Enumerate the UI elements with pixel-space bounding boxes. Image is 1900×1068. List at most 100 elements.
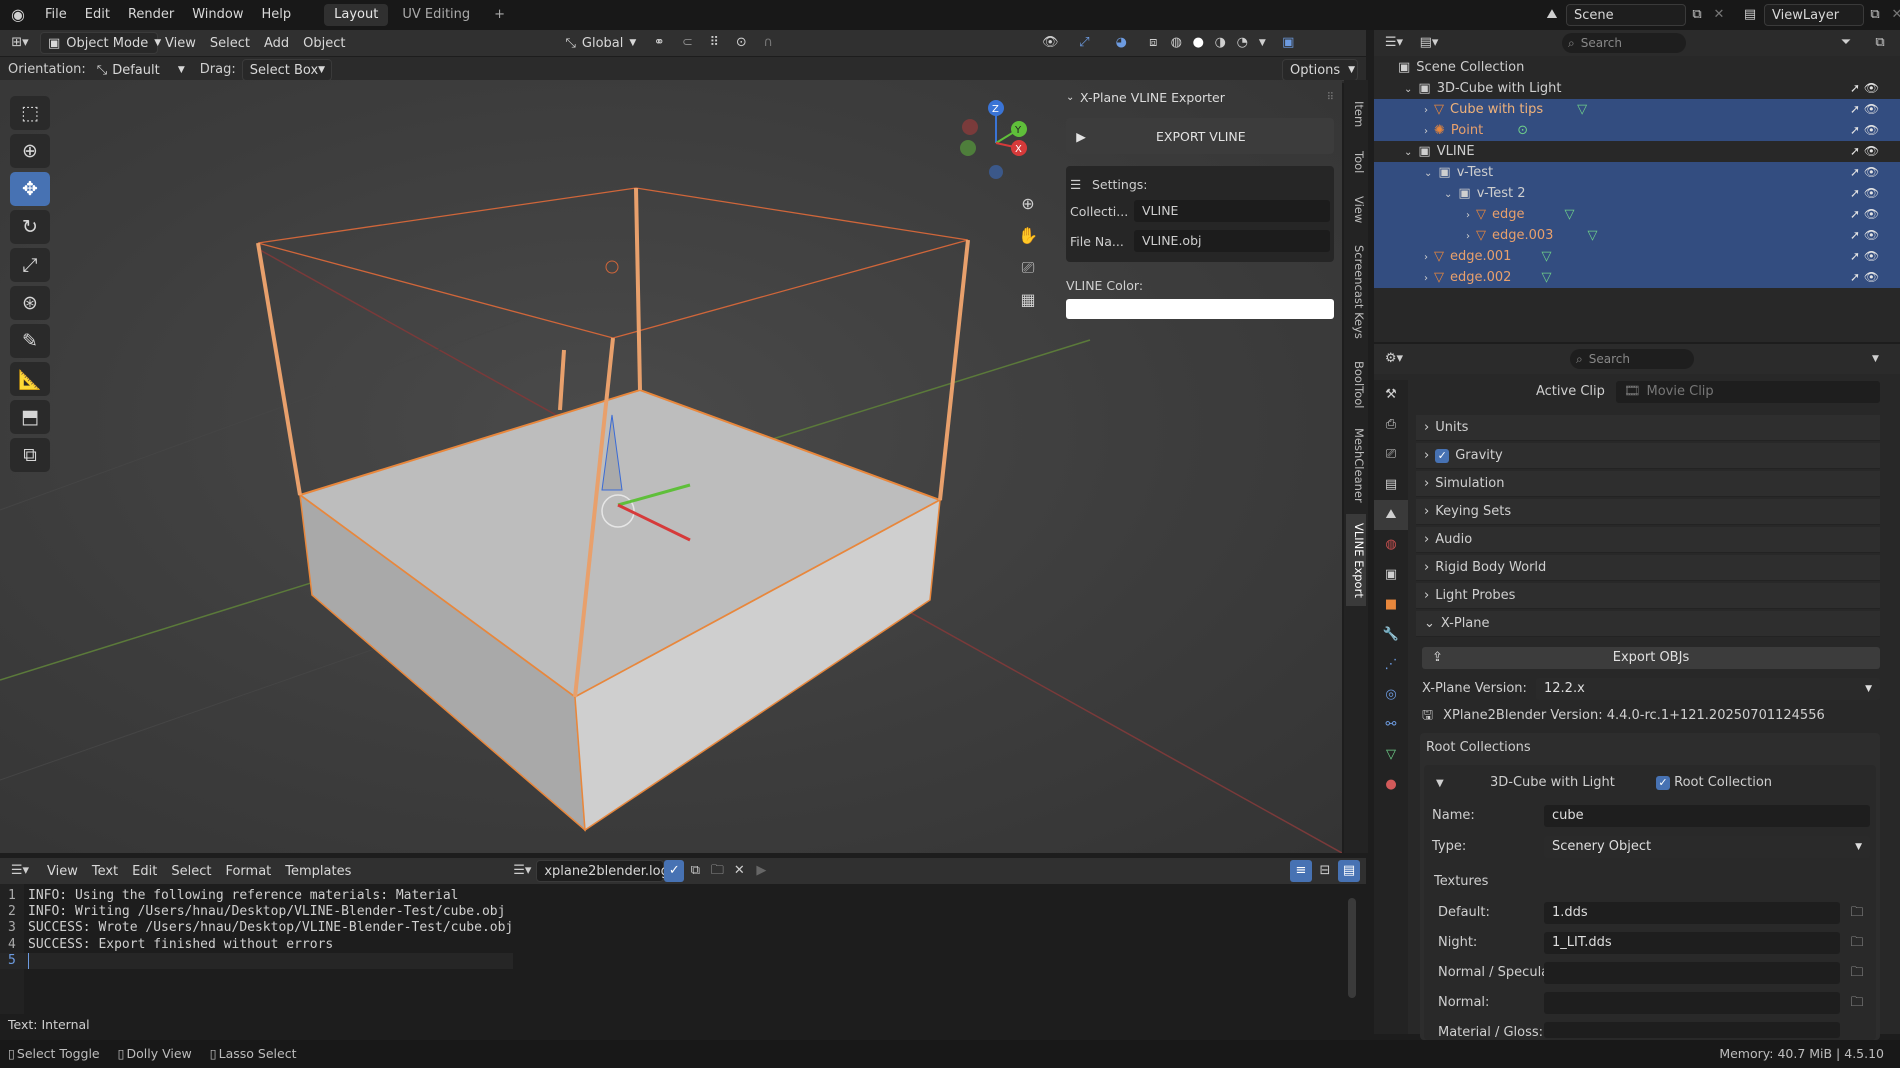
root-collection-checkbox[interactable]: ✓ [1656,775,1670,790]
text-editor[interactable]: 1 INFO: Using the following reference mat… [0,884,1366,1036]
select-eye-icons[interactable]: ➚ 👁 [1850,162,1896,183]
constraints-icon[interactable]: ⚯ [1374,710,1408,740]
navigation-gizmo[interactable]: Z Y X [956,98,1036,188]
particles-icon[interactable]: ⋰ [1374,650,1408,680]
collection-field[interactable]: VLINE [1134,200,1330,222]
select-eye-icons[interactable]: ➚ 👁 [1850,225,1896,246]
shading-options-icon[interactable]: ▼ [1253,32,1271,54]
xray-icon[interactable]: ⧈ [1141,32,1165,54]
syntax-highlight-icon[interactable]: ▤ [1338,860,1360,882]
select-eye-icons[interactable]: ➚ 👁 [1850,120,1896,141]
tab-item[interactable]: Item [1346,94,1366,134]
menu-render[interactable]: Render [119,0,183,30]
overlays-icon[interactable]: ◕ [1101,32,1141,54]
remove-viewlayer-icon[interactable]: ✕ [1886,4,1900,26]
collection-props-icon[interactable]: ▣ [1374,560,1408,590]
menu-format[interactable]: Format [218,860,278,882]
select-box-icon[interactable]: ⬚ [10,96,50,130]
new-viewlayer-icon[interactable]: ⧉ [1864,4,1886,26]
chevron-down-icon[interactable]: ▼ [1872,348,1879,370]
xp-version-dropdown[interactable]: 12.2.x ▼ [1536,678,1880,700]
tab-booltool[interactable]: BoolTool [1346,354,1366,416]
close-icon[interactable]: ✕ [728,860,750,882]
select-eye-icons[interactable]: ➚ 👁 [1850,267,1896,288]
render-props-icon[interactable]: ⎙ [1374,410,1408,440]
menu-templates[interactable]: Templates [278,860,358,882]
night-texture-field[interactable]: 1_LIT.dds [1544,932,1840,954]
vline-color-swatch[interactable] [1066,299,1334,319]
zoom-icon[interactable]: ⊕ [1014,188,1042,220]
properties-search[interactable]: ⌕ Search [1570,349,1694,369]
pan-hand-icon[interactable]: ✋ [1014,220,1042,252]
export-objs-button[interactable]: ⇪ Export OBJs [1422,647,1880,669]
filter-icon[interactable]: ⏷ [1832,32,1860,54]
select-eye-icons[interactable]: ➚ 👁 [1850,246,1896,267]
material-props-icon[interactable]: ● [1374,770,1408,800]
gizmo-icon[interactable]: ⤢ [1067,32,1101,54]
data-props-icon[interactable]: ▽ [1374,740,1408,770]
measure-icon[interactable]: 📐 [10,362,50,396]
section-audio[interactable]: › Audio [1416,527,1880,553]
folder-icon[interactable]: 🗀 [706,860,728,882]
cursor-icon[interactable]: ⊕ [10,134,50,168]
menu-view[interactable]: View [40,860,85,882]
active-clip-field[interactable]: 🎞 Movie Clip [1616,381,1880,403]
scene-selector[interactable]: Scene [1566,4,1686,26]
add-workspace-button[interactable]: + [484,4,515,26]
text-browse-icon[interactable]: ☰▾ [508,860,536,882]
visibility-icon[interactable]: 👁 [1033,32,1067,54]
outliner-row[interactable]: › ✺ Point ⊙ [1374,120,1900,141]
remove-scene-icon[interactable]: ✕ [1708,4,1730,26]
menu-select[interactable]: Select [203,32,257,54]
viewlayer-icon[interactable]: ▤ [1736,4,1764,26]
word-wrap-icon[interactable]: ⊟ [1314,860,1336,882]
rendered-shading-icon[interactable]: ◔ [1231,32,1253,54]
select-eye-icons[interactable]: ➚ 👁 [1850,183,1896,204]
menu-edit[interactable]: Edit [125,860,164,882]
outliner-search[interactable]: ⌕ Search [1562,33,1686,53]
annotate-icon[interactable]: ✎ [10,324,50,358]
select-eye-icons[interactable]: ➚ 👁 [1850,204,1896,225]
name-field[interactable]: cube [1544,805,1870,827]
menu-object[interactable]: Object [296,32,352,54]
scene-props-icon[interactable]: ⛰ [1374,500,1408,530]
sidebar-toggle-icon[interactable]: ▣ [1271,32,1305,54]
section-units[interactable]: › Units [1416,415,1880,441]
normal-specular-field[interactable] [1544,962,1840,984]
line-numbers-icon[interactable]: ≡ [1290,860,1312,882]
section-light-probes[interactable]: › Light Probes [1416,583,1880,609]
tab-tool[interactable]: Tool [1346,142,1366,182]
world-props-icon[interactable]: ◍ [1374,530,1408,560]
grid-view-icon[interactable]: ▦ [1014,284,1042,316]
snap-icon[interactable]: ⊂ [675,32,699,54]
folder-icon[interactable]: 🗀 [1846,962,1868,984]
modifier-icon[interactable]: 🔧 [1374,620,1408,650]
viewlayer-selector[interactable]: ViewLayer [1764,4,1864,26]
proportional-edit-icon[interactable]: ⊙ [729,32,753,54]
tab-uv-editing[interactable]: UV Editing [392,4,480,26]
outliner-row[interactable]: › ▽ Cube with tips ▽ [1374,99,1900,120]
default-texture-field[interactable]: 1.dds [1544,902,1840,924]
folder-icon[interactable]: 🗀 [1846,992,1868,1014]
tool-props-icon[interactable]: ⚒ [1374,380,1408,410]
drag-handle-icon[interactable]: ⠿ [1327,92,1334,103]
outliner-row[interactable]: › ▽ edge.001 ▽ [1374,246,1900,267]
solid-shading-icon[interactable]: ● [1187,32,1209,54]
scale-icon[interactable]: ⤢ [10,248,50,282]
rotate-icon[interactable]: ↻ [10,210,50,244]
scene-icon[interactable]: ⛰ [1538,4,1566,26]
object-mode-dropdown[interactable]: ▣ Object Mode ▼ [40,32,161,54]
transform-orientation-dropdown[interactable]: ⤡ Global ▼ [558,32,643,54]
output-props-icon[interactable]: ⎚ [1374,440,1408,470]
options-dropdown[interactable]: Options ▼ [1282,59,1358,81]
folder-icon[interactable]: 🗀 [1846,932,1868,954]
menu-add[interactable]: Add [257,32,296,54]
blender-logo-icon[interactable]: ◉ [0,4,36,26]
section-x-plane[interactable]: ⌄ X-Plane [1416,611,1880,637]
transform-icon[interactable]: ⊛ [10,286,50,320]
outliner-row[interactable]: ⌄ ▣ v-Test 2 [1374,183,1900,204]
outliner-row[interactable]: › ▽ edge ▽ [1374,204,1900,225]
orientation-dropdown[interactable]: ⤡ Default ▼ [90,59,192,81]
select-eye-icons[interactable]: ➚ 👁 [1850,78,1896,99]
menu-text[interactable]: Text [85,860,125,882]
